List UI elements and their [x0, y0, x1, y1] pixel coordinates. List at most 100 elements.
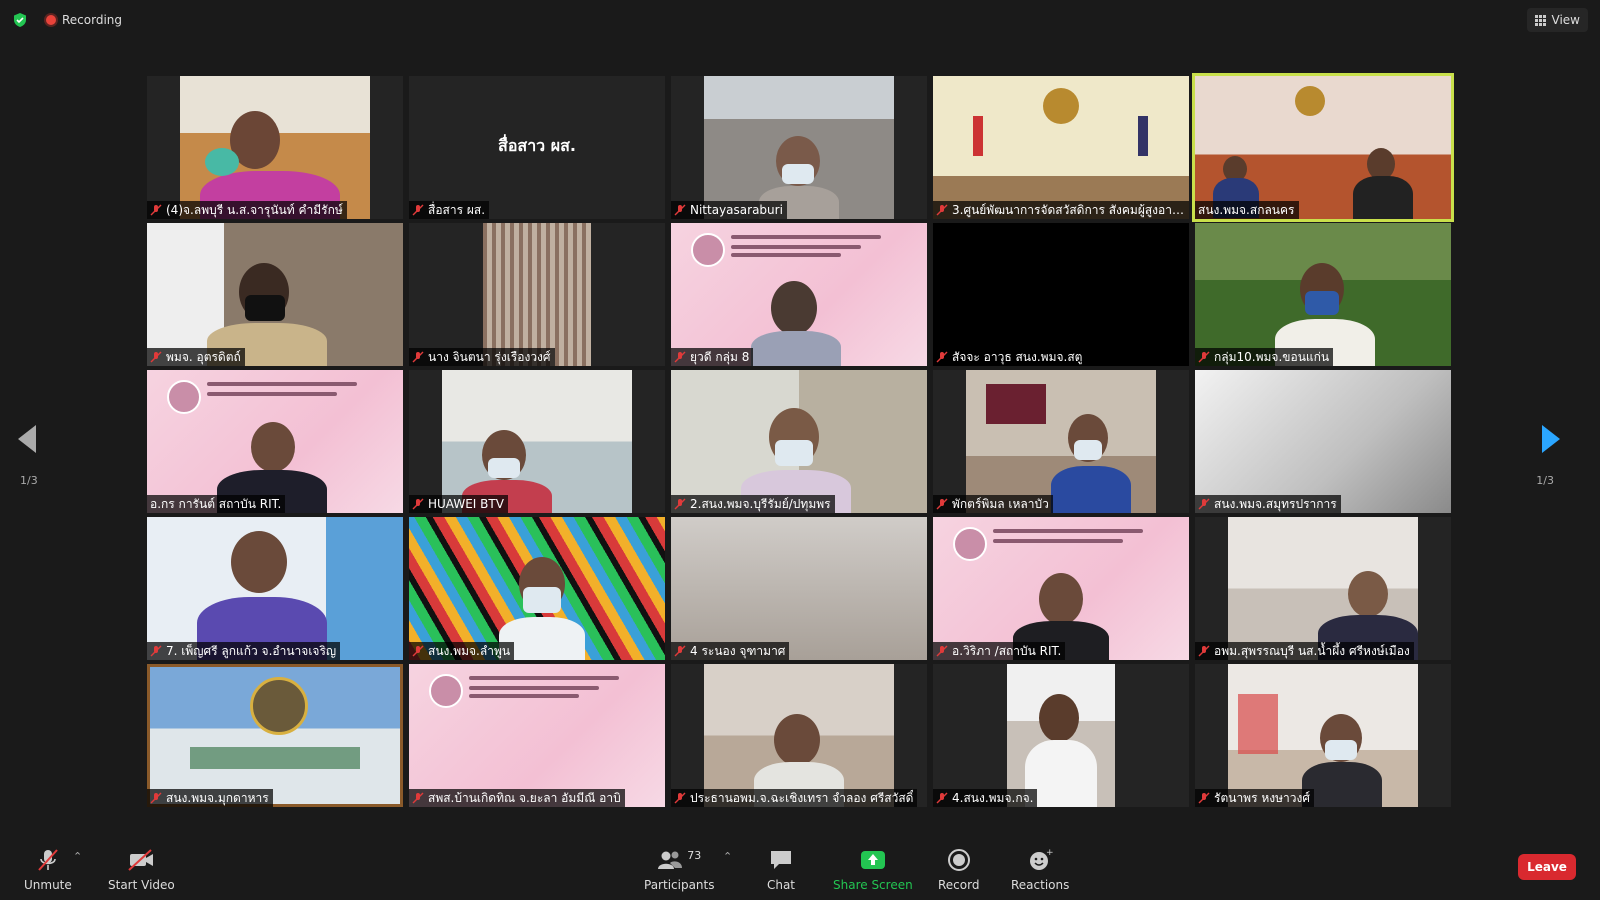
participant-video: [1195, 370, 1451, 513]
participant-tile[interactable]: สนง.พมจ.มุกดาหาร: [147, 664, 403, 807]
participant-name: นาง จินตนา รุ่งเรืองวงศ์: [428, 349, 551, 364]
security-shield-icon[interactable]: [12, 12, 28, 28]
participant-video: [147, 517, 403, 660]
participant-tile[interactable]: รัตนาพร หงษาวงศ์: [1195, 664, 1451, 807]
participant-tile[interactable]: 3.ศูนย์พัฒนาการจัดสวัสดิการ สังคมผู้สูงอ…: [933, 76, 1189, 219]
muted-mic-icon: [412, 351, 424, 363]
muted-mic-icon: [1198, 645, 1210, 657]
share-screen-button[interactable]: Share Screen: [833, 848, 913, 892]
participant-tile[interactable]: นาง จินตนา รุ่งเรืองวงศ์: [409, 223, 665, 366]
chat-label: Chat: [766, 878, 796, 892]
participants-button[interactable]: 73 Participants: [644, 848, 715, 893]
start-video-button[interactable]: Start Video: [108, 848, 175, 892]
recording-indicator[interactable]: Recording: [46, 13, 122, 27]
participant-name: 3.ศูนย์พัฒนาการจัดสวัสดิการ สังคมผู้สูงอ…: [952, 202, 1186, 217]
participant-tile[interactable]: สัจจะ อาวุธ สนง.พมจ.สตู: [933, 223, 1189, 366]
record-button[interactable]: Record: [938, 848, 979, 892]
participant-tile[interactable]: ยุวดี กลุ่ม 8: [671, 223, 927, 366]
participant-name: HUAWEI BTV: [428, 497, 504, 511]
participant-name-bar: 4.สนง.พมจ.กจ.: [933, 789, 1038, 807]
participant-name-bar: 3.ศูนย์พัฒนาการจัดสวัสดิการ สังคมผู้สูงอ…: [933, 201, 1189, 219]
muted-microphone-icon: [38, 849, 58, 871]
participant-video: [671, 517, 927, 660]
muted-mic-icon: [412, 498, 424, 510]
record-icon: [947, 849, 970, 871]
participant-name-bar: พมจ. อุตรดิตถ์: [147, 348, 245, 366]
participant-tile[interactable]: Nittayasaraburi: [671, 76, 927, 219]
participant-name: สนง.พมจ.สกลนคร: [1198, 202, 1295, 217]
participants-options-chevron-icon[interactable]: ⌃: [723, 850, 732, 863]
participants-count: 73: [687, 848, 702, 862]
participant-tile[interactable]: HUAWEI BTV: [409, 370, 665, 513]
start-video-label: Start Video: [108, 878, 175, 892]
participant-tile[interactable]: อ.วิริภา /สถาบัน RIT.: [933, 517, 1189, 660]
participant-name-bar: 2.สนง.พมจ.บุรีรัมย์/ปทุมพร: [671, 495, 835, 513]
participant-tile[interactable]: (4)จ.ลพบุรี น.ส.จารุนันท์ คำมีรักษ์: [147, 76, 403, 219]
participant-tile[interactable]: กลุ่ม10.พมจ.ขอนแก่น: [1195, 223, 1451, 366]
muted-mic-icon: [1198, 498, 1210, 510]
participant-name: Nittayasaraburi: [690, 203, 783, 217]
participant-tile[interactable]: 4 ระนอง จุฑามาศ: [671, 517, 927, 660]
participant-tile[interactable]: 2.สนง.พมจ.บุรีรัมย์/ปทุมพร: [671, 370, 927, 513]
participant-name: สื่อสาร ผส.: [428, 202, 486, 217]
participant-tile[interactable]: สพส.บ้านเกิดทิณ จ.ยะลา อัมมีณี อาบิ: [409, 664, 665, 807]
muted-mic-icon: [936, 792, 948, 804]
participant-video: [442, 370, 632, 513]
chat-bubble-icon: [771, 851, 791, 869]
participant-name: 2.สนง.พมจ.บุรีรัมย์/ปทุมพร: [690, 496, 831, 511]
participant-tile[interactable]: พมจ. อุตรดิตถ์: [147, 223, 403, 366]
participant-video: [483, 223, 591, 366]
participant-tile[interactable]: สนง.พมจ.ลำพูน: [409, 517, 665, 660]
participant-video: [671, 370, 927, 513]
participant-video: [409, 517, 665, 660]
active-speaker-tile[interactable]: สนง.พมจ.สกลนคร: [1192, 73, 1454, 222]
participant-name-bar: สัจจะ อาวุธ สนง.พมจ.สตู: [933, 348, 1087, 366]
participant-name: ยุวดี กลุ่ม 8: [690, 349, 750, 364]
muted-mic-icon: [674, 792, 686, 804]
video-off-camera-icon: [128, 849, 154, 871]
participants-label: Participants: [644, 878, 715, 892]
participant-video: [966, 370, 1156, 513]
participant-video: [147, 223, 403, 366]
grid-icon: [1534, 14, 1546, 26]
participant-tile[interactable]: อ.กร การันต์ สถาบัน RIT.: [147, 370, 403, 513]
participant-tile[interactable]: อพม.สุพรรณบุรี นส.น้ำผึ้ง ศรีหงษ์เมือง: [1195, 517, 1451, 660]
participant-name-bar: Nittayasaraburi: [671, 201, 787, 219]
participant-name: สัจจะ อาวุธ สนง.พมจ.สตู: [952, 349, 1083, 364]
previous-page-arrow-icon[interactable]: [18, 425, 36, 453]
share-screen-arrow-icon: [860, 851, 885, 869]
participant-name: (4)จ.ลพบุรี น.ส.จารุนันท์ คำมีรักษ์: [166, 202, 343, 217]
audio-options-chevron-icon[interactable]: ⌃: [73, 850, 82, 863]
participant-name-bar: กลุ่ม10.พมจ.ขอนแก่น: [1195, 348, 1334, 366]
view-button[interactable]: View: [1526, 8, 1588, 32]
meeting-toolbar: Unmute ⌃ Start Video 73 Participants ⌃ C…: [0, 836, 1600, 900]
participant-display-name: สื่อสาว ผส.: [498, 136, 576, 155]
participant-name-bar: HUAWEI BTV: [409, 495, 508, 513]
participant-name: กลุ่ม10.พมจ.ขอนแก่น: [1214, 349, 1330, 364]
participant-tile[interactable]: ประธานอพม.จ.ฉะเชิงเทรา จำลอง ศรีสวัสดิ์: [671, 664, 927, 807]
participant-name-bar: 7. เพ็ญศรี ลูกแก้ว จ.อำนาจเจริญ: [147, 642, 341, 660]
muted-mic-icon: [150, 645, 162, 657]
unmute-button[interactable]: Unmute: [24, 848, 72, 892]
participant-name-bar: สพส.บ้านเกิดทิณ จ.ยะลา อัมมีณี อาบิ: [409, 789, 625, 807]
next-page-arrow-icon[interactable]: [1542, 425, 1560, 453]
participant-name: อ.วิริภา /สถาบัน RIT.: [952, 643, 1062, 658]
participant-name-bar: พักตร์พิมล เหลาบัว: [933, 495, 1053, 513]
participant-name: 4.สนง.พมจ.กจ.: [952, 790, 1034, 805]
leave-button[interactable]: Leave: [1518, 854, 1576, 880]
svg-text:+: +: [1046, 848, 1054, 858]
participant-tile[interactable]: 4.สนง.พมจ.กจ.: [933, 664, 1189, 807]
page-indicator-right: 1/3: [1536, 474, 1554, 487]
participant-tile[interactable]: พักตร์พิมล เหลาบัว: [933, 370, 1189, 513]
reactions-button[interactable]: + Reactions: [1011, 848, 1069, 892]
reactions-smiley-icon: +: [1030, 848, 1054, 870]
participant-name: 4 ระนอง จุฑามาศ: [690, 643, 786, 658]
participant-tile[interactable]: 7. เพ็ญศรี ลูกแก้ว จ.อำนาจเจริญ: [147, 517, 403, 660]
participant-name-bar: สนง.พมจ.สกลนคร: [1195, 201, 1299, 219]
participant-name-bar: รัตนาพร หงษาวงศ์: [1195, 789, 1314, 807]
participant-name: สนง.พมจ.มุกดาหาร: [166, 790, 269, 805]
chat-button[interactable]: Chat: [766, 848, 796, 892]
participant-tile[interactable]: สนง.พมจ.สมุทรปราการ: [1195, 370, 1451, 513]
muted-mic-icon: [150, 204, 162, 216]
participant-tile[interactable]: สื่อสาว ผส. สื่อสาร ผส.: [409, 76, 665, 219]
